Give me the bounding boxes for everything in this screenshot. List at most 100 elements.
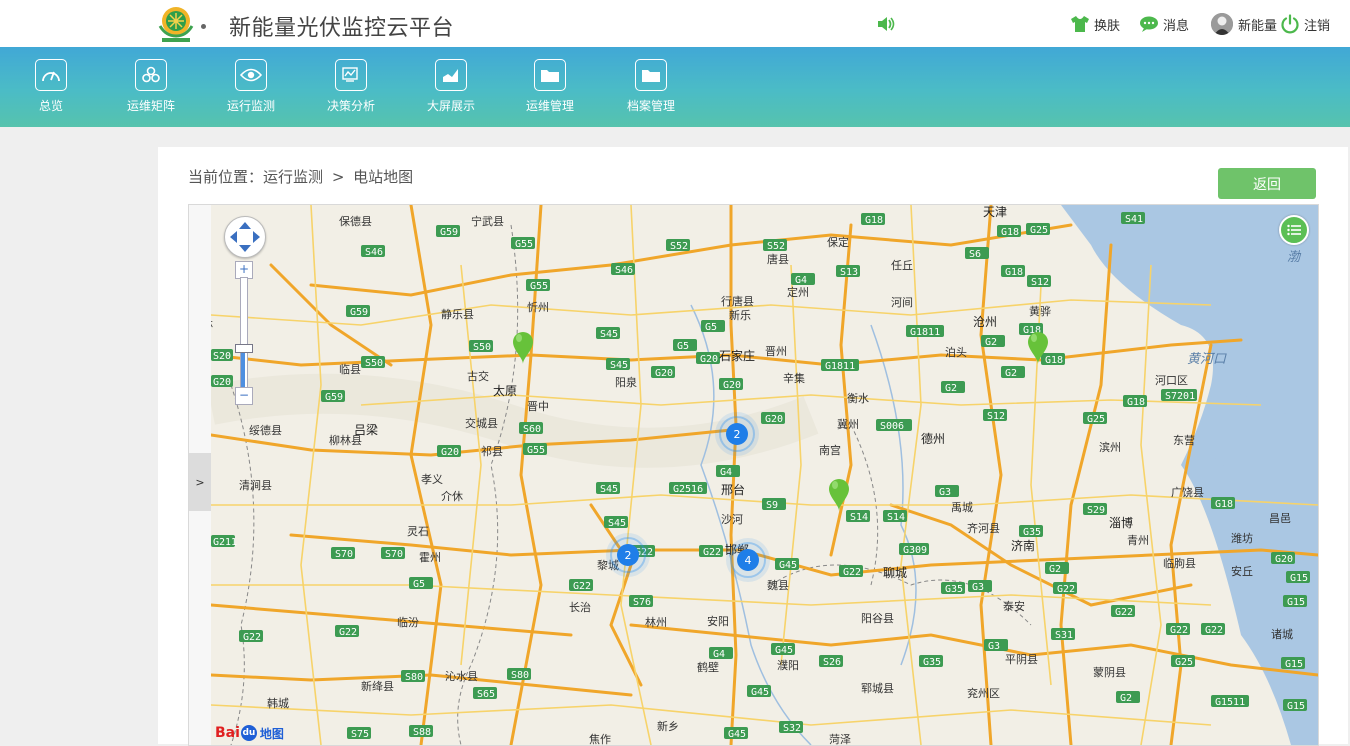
svg-text:S20: S20 — [213, 351, 231, 362]
svg-text:济南: 济南 — [1011, 538, 1035, 553]
nav-item-decision[interactable]: 决策分析 — [301, 59, 401, 114]
svg-text:G309: G309 — [903, 545, 927, 556]
station-list-button[interactable] — [1279, 215, 1309, 245]
svg-text:S65: S65 — [477, 689, 495, 700]
zoom-out-button[interactable]: − — [235, 387, 253, 405]
svg-text:保定: 保定 — [827, 235, 849, 249]
side-panel-toggle[interactable]: > — [189, 453, 211, 511]
svg-text:忻州: 忻州 — [527, 301, 549, 314]
nav-item-run-monitor[interactable]: 运行监测 — [201, 59, 301, 114]
svg-text:焦作: 焦作 — [589, 733, 611, 745]
svg-text:青州: 青州 — [1127, 534, 1149, 547]
nav-item-overview[interactable]: 总览 — [1, 59, 101, 114]
svg-text:G1811: G1811 — [910, 327, 940, 338]
nav-label: 运行监测 — [226, 99, 275, 113]
svg-text:淄博: 淄博 — [1109, 515, 1133, 530]
svg-text:禹城: 禹城 — [951, 501, 973, 514]
svg-text:S26: S26 — [823, 657, 841, 668]
svg-text:G22: G22 — [1170, 625, 1188, 636]
message-label: 消息 — [1163, 18, 1190, 34]
svg-text:S12: S12 — [987, 411, 1005, 422]
svg-text:G15: G15 — [1287, 701, 1305, 712]
pan-control[interactable] — [224, 216, 266, 258]
svg-text:G18: G18 — [1005, 267, 1023, 278]
avatar — [1211, 13, 1233, 35]
svg-text:G20: G20 — [723, 380, 741, 391]
content-panel: 当前位置：运行监测 > 电站地图 返回 > G18 G59 G55 S46 S5… — [158, 147, 1348, 746]
baidu-map-logo: Bai du 地图 — [215, 725, 284, 741]
svg-text:G25: G25 — [1175, 657, 1193, 668]
svg-text:阳谷县: 阳谷县 — [861, 612, 894, 625]
list-icon — [1287, 224, 1301, 236]
svg-text:G22: G22 — [1057, 584, 1075, 595]
svg-text:晋州: 晋州 — [765, 345, 787, 358]
svg-text:S12: S12 — [1031, 277, 1049, 288]
map-canvas[interactable]: G18 G59 G55 S46 S52 S52 S46 G4 S13 G55 G… — [211, 205, 1318, 745]
user-menu[interactable]: 新能量 — [1211, 12, 1277, 36]
chat-bubble-icon — [1140, 16, 1158, 32]
svg-text:韩城: 韩城 — [267, 696, 289, 710]
cluster-marker[interactable]: 4 — [726, 538, 770, 582]
svg-text:天津: 天津 — [983, 205, 1007, 219]
svg-text:德州: 德州 — [921, 431, 945, 446]
svg-text:G5: G5 — [413, 579, 425, 590]
svg-text:S9: S9 — [766, 500, 778, 511]
back-button[interactable]: 返回 — [1218, 168, 1316, 199]
svg-text:S45: S45 — [608, 518, 626, 529]
svg-text:G20: G20 — [700, 354, 718, 365]
svg-text:G2: G2 — [945, 383, 957, 394]
skin-label: 换肤 — [1094, 18, 1121, 34]
svg-text:渤: 渤 — [1287, 250, 1302, 265]
nav-item-ops-manage[interactable]: 运维管理 — [500, 59, 600, 114]
svg-text:滨州: 滨州 — [1099, 440, 1121, 454]
svg-text:G59: G59 — [350, 307, 368, 318]
nav-label: 大屏展示 — [426, 99, 475, 113]
skin-button[interactable]: 换肤 — [1070, 12, 1120, 36]
app-title: 新能量光伏监控云平台 — [229, 16, 455, 41]
svg-text:S006: S006 — [880, 421, 904, 432]
svg-text:安阳: 安阳 — [707, 614, 729, 628]
nav-label: 总览 — [38, 99, 63, 113]
svg-text:长治: 长治 — [569, 600, 591, 614]
svg-text:G45: G45 — [779, 560, 797, 571]
svg-text:G22: G22 — [243, 632, 261, 643]
nav-item-ops-matrix[interactable]: 运维矩阵 — [101, 59, 201, 114]
logout-button[interactable]: 注销 — [1280, 12, 1330, 36]
svg-text:G20: G20 — [441, 447, 459, 458]
message-button[interactable]: 消息 — [1139, 12, 1189, 36]
svg-text:G20: G20 — [1275, 554, 1293, 565]
svg-text:S32: S32 — [783, 723, 801, 734]
svg-text:G2: G2 — [985, 337, 997, 348]
eye-icon — [235, 59, 267, 91]
svg-text:G22: G22 — [339, 627, 357, 638]
svg-text:保德县: 保德县 — [339, 214, 372, 228]
svg-text:S76: S76 — [633, 597, 651, 608]
cluster-count: 2 — [625, 549, 632, 562]
svg-text:G25: G25 — [1030, 225, 1048, 236]
svg-text:林州: 林州 — [645, 615, 667, 629]
nav-item-archive[interactable]: 档案管理 — [601, 59, 701, 114]
svg-text:沁水县: 沁水县 — [445, 670, 478, 683]
svg-text:新绛县: 新绛县 — [361, 679, 394, 693]
svg-text:S70: S70 — [335, 549, 353, 560]
svg-text:G35: G35 — [1023, 527, 1041, 538]
svg-text:G2: G2 — [1049, 564, 1061, 575]
speaker-icon[interactable] — [876, 15, 896, 33]
svg-text:宁武县: 宁武县 — [471, 214, 504, 228]
svg-text:S80: S80 — [511, 670, 529, 681]
breadcrumb-section[interactable]: 运行监测 — [263, 168, 323, 186]
svg-text:濮阳: 濮阳 — [777, 658, 799, 672]
svg-text:泊头: 泊头 — [945, 346, 967, 359]
svg-text:G3: G3 — [988, 641, 1000, 652]
svg-text:霍州: 霍州 — [419, 551, 441, 564]
zoom-slider-handle[interactable] — [235, 344, 253, 353]
cluster-marker[interactable]: 2 — [606, 533, 650, 577]
svg-text:S88: S88 — [413, 727, 431, 738]
folder-icon — [635, 59, 667, 91]
station-map[interactable]: > G18 G59 G55 S46 S52 S52 S46 G4 S13 G55… — [188, 204, 1319, 746]
nav-item-big-screen[interactable]: 大屏展示 — [401, 59, 501, 114]
company-logo — [158, 7, 194, 42]
cluster-marker[interactable]: 2 — [715, 412, 759, 456]
svg-text:G15: G15 — [1287, 597, 1305, 608]
svg-text:S50: S50 — [365, 358, 383, 369]
